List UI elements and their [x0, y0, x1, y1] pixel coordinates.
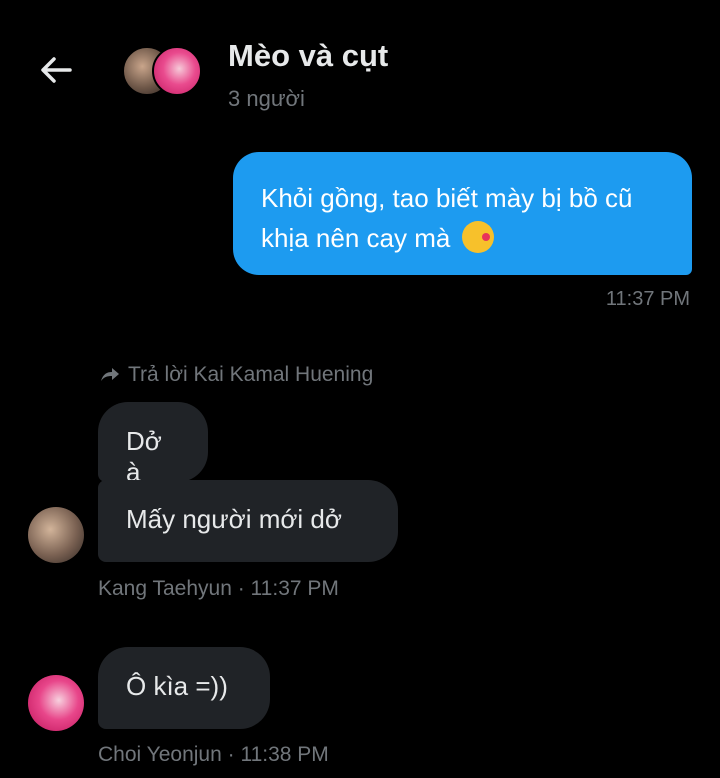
- message-text: Dở à: [126, 426, 162, 487]
- message-meta: Kang Taehyun · 11:37 PM: [98, 577, 339, 600]
- message-text: Mấy người mới dở: [126, 504, 342, 534]
- member-count: 3 người: [228, 86, 305, 111]
- message-text: Ô kìa =)): [126, 671, 228, 701]
- message-meta: Choi Yeonjun · 11:38 PM: [98, 743, 329, 766]
- message-text: Khỏi gồng, tao biết mày bị bồ cũ khịa nê…: [261, 183, 633, 253]
- reply-context-text: Trả lời Kai Kamal Huening: [128, 363, 374, 386]
- arrow-left-icon: [41, 57, 72, 83]
- incoming-message-bubble[interactable]: Ô kìa =)): [98, 647, 270, 729]
- member-avatar: [152, 46, 202, 96]
- reply-context[interactable]: Trả lời Kai Kamal Huening: [98, 363, 373, 387]
- incoming-message-bubble[interactable]: Mấy người mới dở: [98, 480, 398, 562]
- sender-avatar[interactable]: [28, 675, 84, 731]
- conversation-header: Mèo và cụt 3 người: [0, 0, 720, 130]
- reply-arrow-icon: [101, 368, 119, 381]
- kissing-face-emoji: [461, 221, 494, 253]
- back-button[interactable]: [36, 50, 76, 90]
- incoming-message-bubble[interactable]: Dở à: [98, 402, 208, 487]
- group-avatar[interactable]: [122, 44, 206, 100]
- message-timestamp: 11:37 PM: [605, 288, 690, 310]
- sender-avatar[interactable]: [28, 507, 84, 563]
- conversation-title[interactable]: Mèo và cụt: [228, 38, 388, 74]
- outgoing-message-bubble[interactable]: Khỏi gồng, tao biết mày bị bồ cũ khịa nê…: [233, 152, 692, 275]
